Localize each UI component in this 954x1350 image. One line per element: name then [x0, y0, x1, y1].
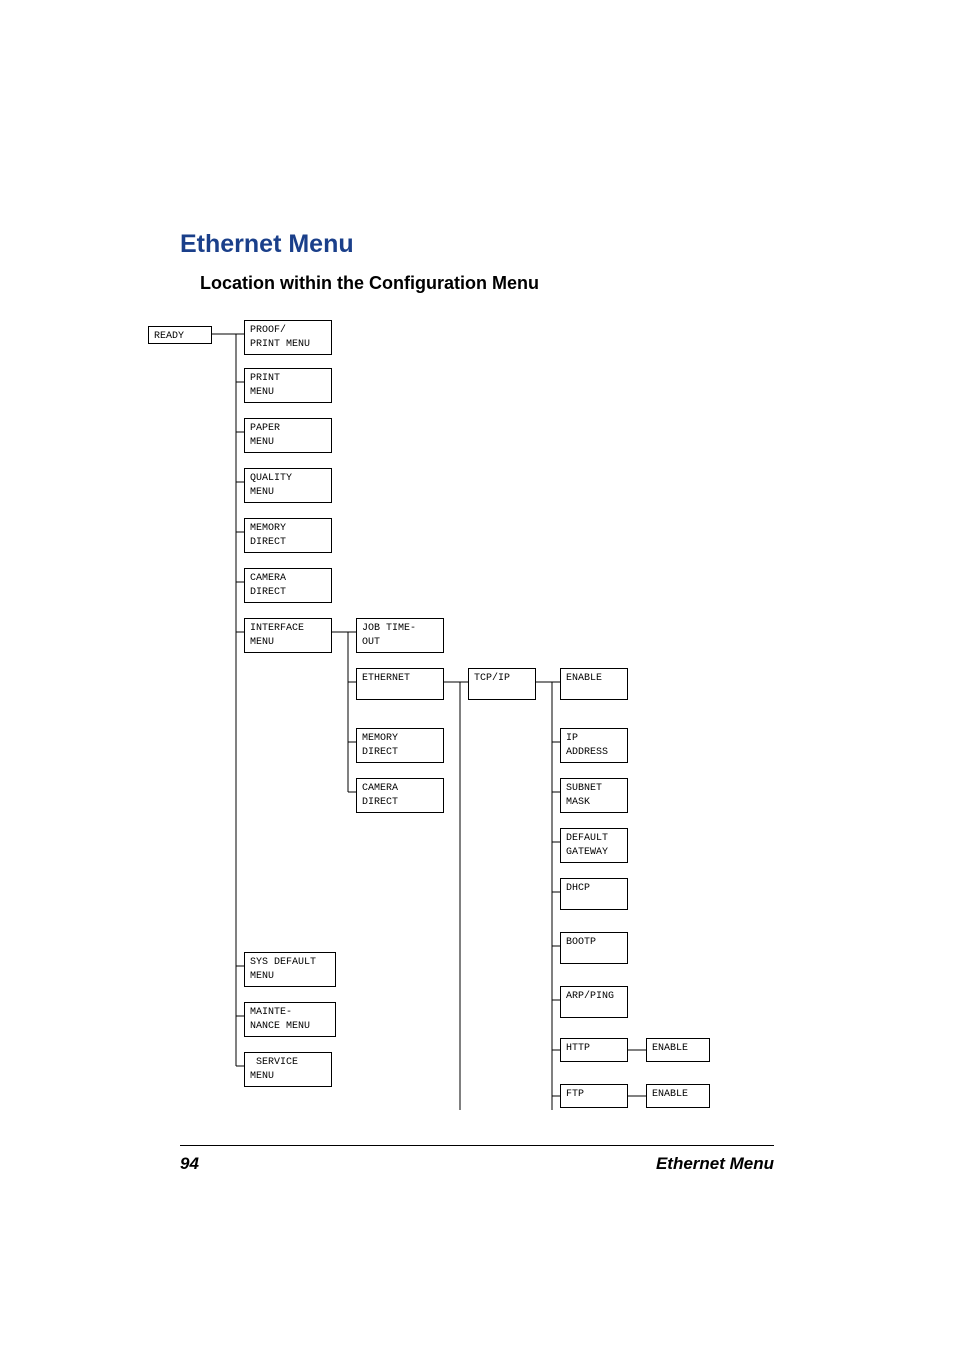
box-sys-default-menu: SYS DEFAULT MENU	[244, 952, 336, 987]
box-default-gateway: DEFAULT GATEWAY	[560, 828, 628, 863]
box-camera-direct: CAMERA DIRECT	[244, 568, 332, 603]
box-http: HTTP	[560, 1038, 628, 1062]
page-footer: 94 Ethernet Menu	[180, 1145, 774, 1174]
box-print-menu: PRINT MENU	[244, 368, 332, 403]
box-service-menu: SERVICE MENU	[244, 1052, 332, 1087]
box-ready: READY	[148, 326, 212, 344]
footer-section: Ethernet Menu	[656, 1154, 774, 1174]
section-subtitle: Location within the Configuration Menu	[200, 273, 774, 294]
box-arp-ping: ARP/PING	[560, 986, 628, 1018]
box-ip-address: IP ADDRESS	[560, 728, 628, 763]
box-job-timeout: JOB TIME- OUT	[356, 618, 444, 653]
box-ftp-enable: ENABLE	[646, 1084, 710, 1108]
box-enable: ENABLE	[560, 668, 628, 700]
box-subnet-mask: SUBNET MASK	[560, 778, 628, 813]
menu-diagram: READY PROOF/ PRINT MENU PRINT MENU PAPER…	[148, 320, 768, 1110]
page-number: 94	[180, 1154, 199, 1174]
box-memory-direct-2: MEMORY DIRECT	[356, 728, 444, 763]
box-camera-direct-2: CAMERA DIRECT	[356, 778, 444, 813]
box-paper-menu: PAPER MENU	[244, 418, 332, 453]
box-ftp: FTP	[560, 1084, 628, 1108]
box-http-enable: ENABLE	[646, 1038, 710, 1062]
box-quality-menu: QUALITY MENU	[244, 468, 332, 503]
box-ethernet: ETHERNET	[356, 668, 444, 700]
box-bootp: BOOTP	[560, 932, 628, 964]
connector-lines	[148, 320, 768, 1110]
box-interface-menu: INTERFACE MENU	[244, 618, 332, 653]
box-proof-print-menu: PROOF/ PRINT MENU	[244, 320, 332, 355]
box-tcpip: TCP/IP	[468, 668, 536, 700]
box-dhcp: DHCP	[560, 878, 628, 910]
box-memory-direct: MEMORY DIRECT	[244, 518, 332, 553]
box-maintenance-menu: MAINTE- NANCE MENU	[244, 1002, 336, 1037]
page-title: Ethernet Menu	[180, 230, 774, 259]
